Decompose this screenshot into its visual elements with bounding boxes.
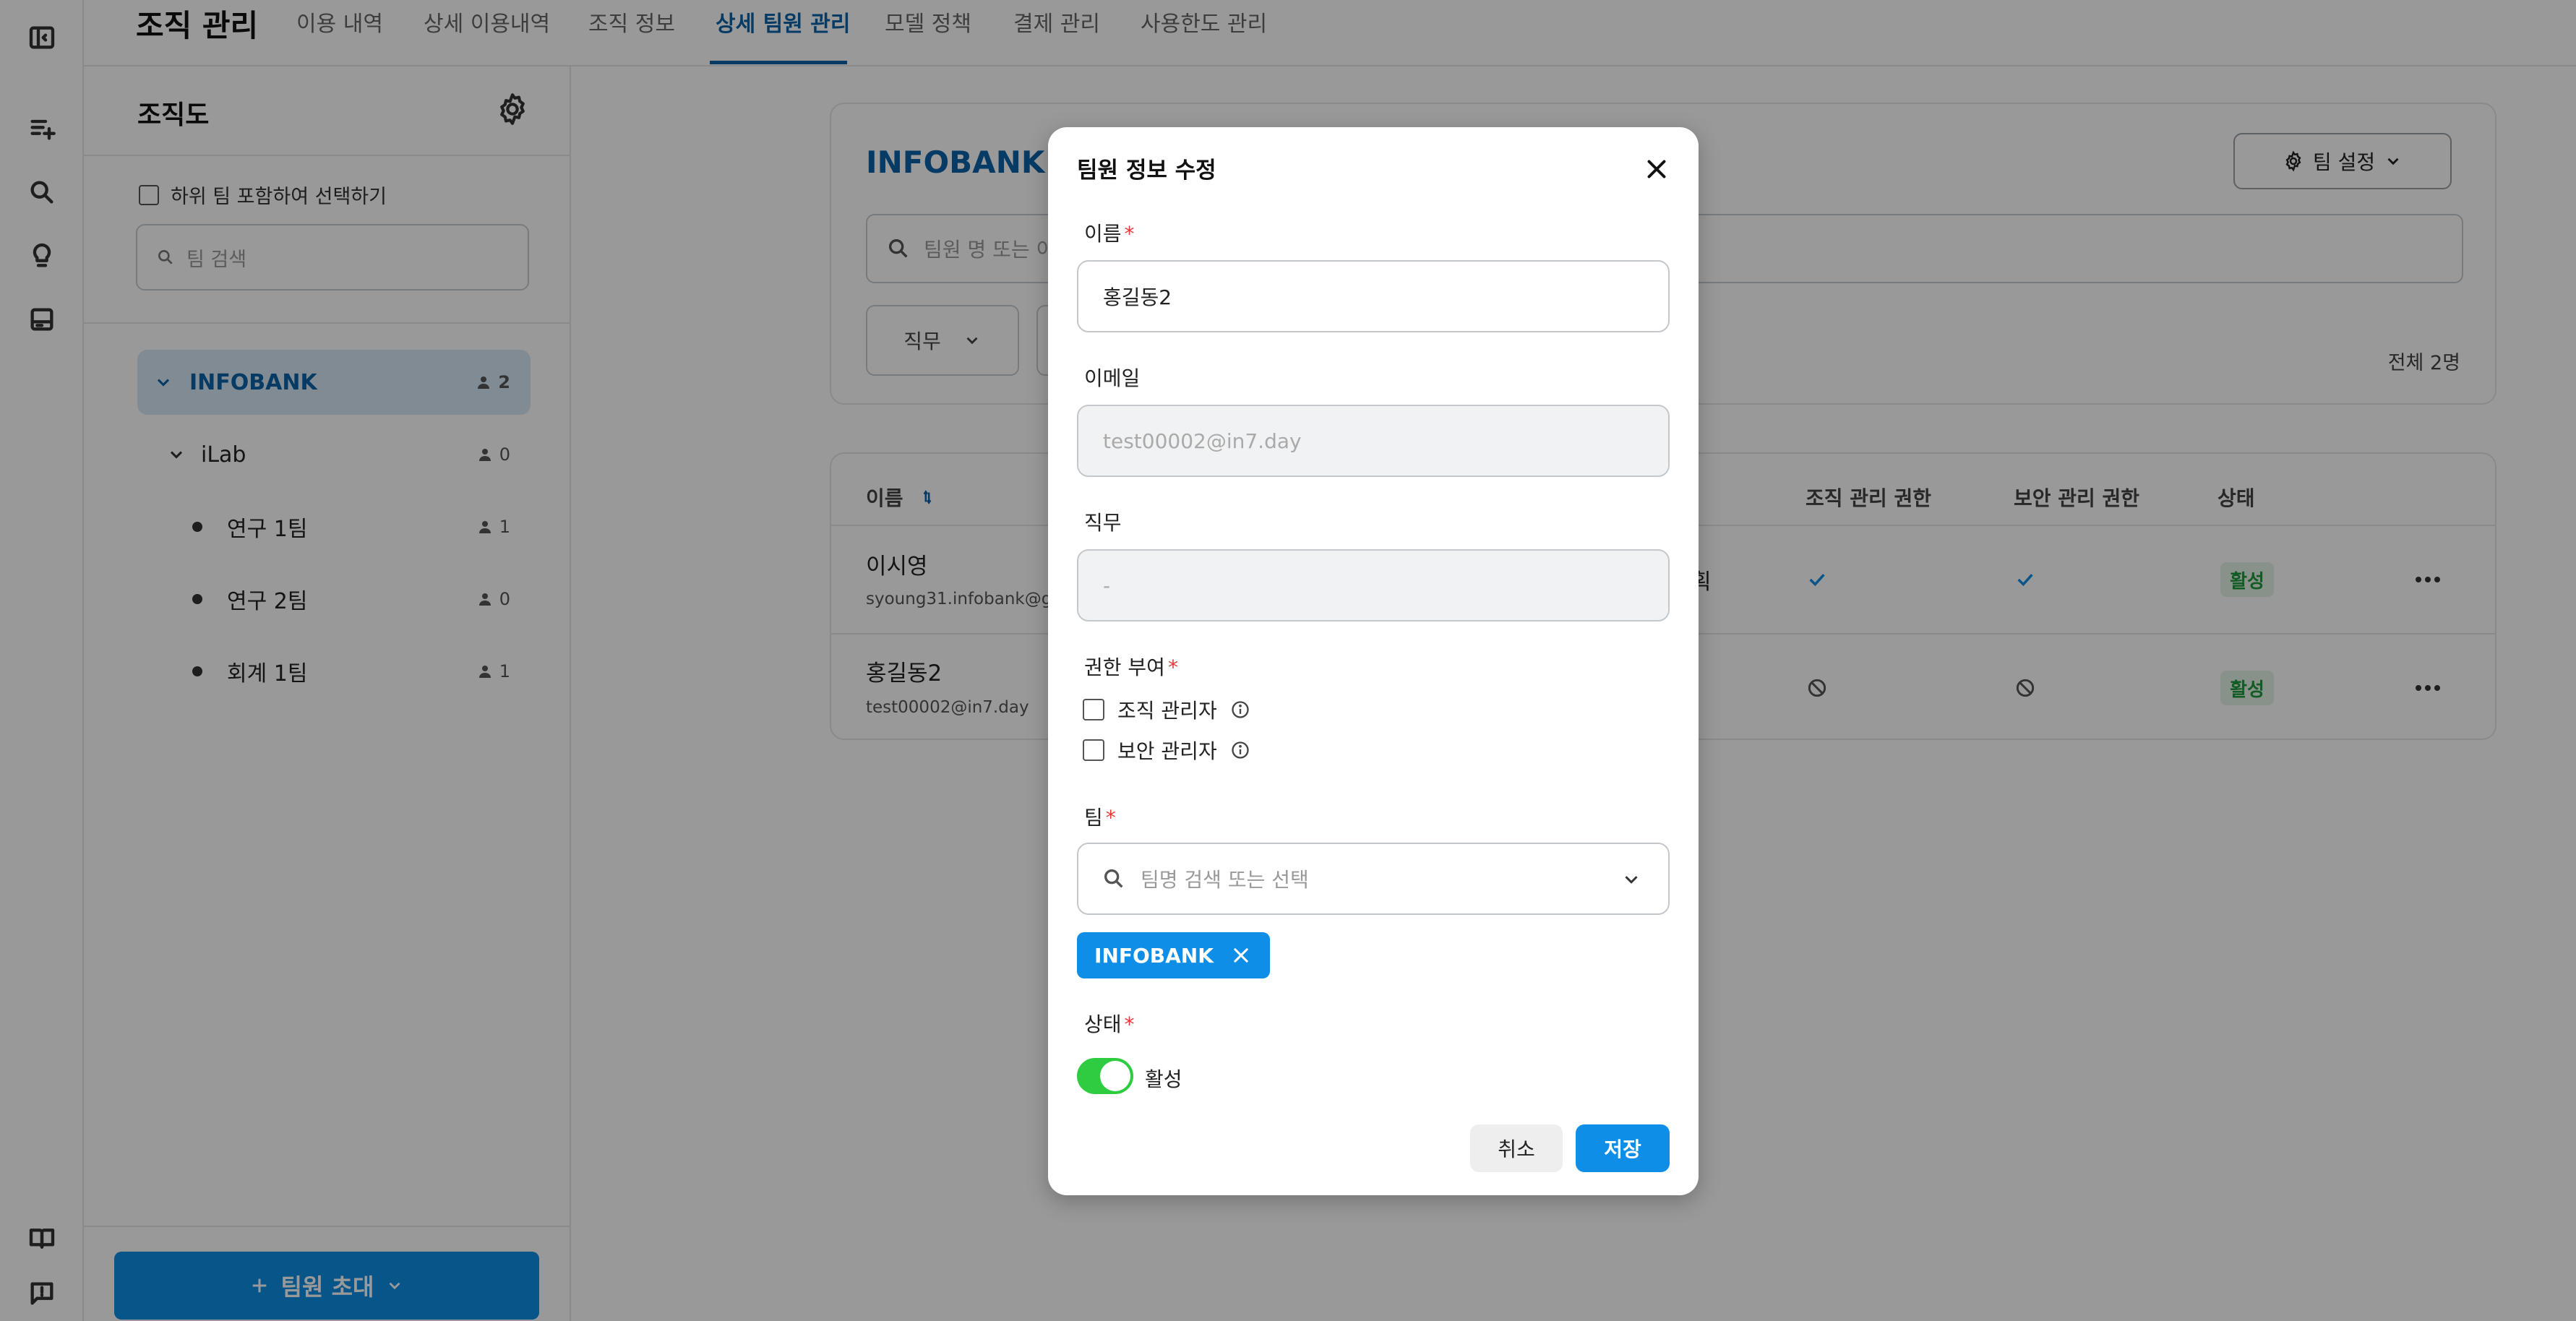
close-icon[interactable]	[1644, 156, 1670, 182]
modal-title: 팀원 정보 수정	[1077, 158, 1216, 184]
org-admin-checkbox[interactable]: 조직 관리자	[1083, 695, 1250, 724]
required-mark: *	[1105, 806, 1116, 830]
email-field-label: 이메일	[1084, 366, 1141, 390]
org-admin-label: 조직 관리자	[1117, 699, 1217, 723]
team-field-label: 팀 *	[1084, 802, 1116, 831]
job-input-value: -	[1103, 573, 1111, 598]
permission-label-text: 권한 부여	[1084, 655, 1165, 679]
team-label-text: 팀	[1084, 806, 1103, 830]
sec-admin-checkbox[interactable]: 보안 관리자	[1083, 736, 1250, 765]
email-input: test00002@in7.day	[1077, 405, 1670, 477]
checkbox[interactable]	[1083, 699, 1104, 720]
status-toggle[interactable]	[1077, 1058, 1133, 1094]
sec-admin-label: 보안 관리자	[1117, 739, 1217, 763]
status-label-text: 상태	[1084, 1012, 1122, 1036]
name-input-value: 홍길동2	[1103, 285, 1172, 309]
team-select-dropdown[interactable]: 팀명 검색 또는 선택	[1077, 843, 1670, 915]
chevron-down-icon[interactable]	[1620, 869, 1642, 890]
required-mark: *	[1124, 222, 1135, 246]
name-input[interactable]: 홍길동2	[1077, 260, 1670, 332]
cancel-button[interactable]: 취소	[1470, 1124, 1563, 1172]
name-label-text: 이름	[1084, 222, 1122, 246]
email-input-value: test00002@in7.day	[1103, 429, 1302, 453]
job-field-label: 직무	[1084, 511, 1122, 535]
name-field-label: 이름 *	[1084, 218, 1135, 247]
save-button[interactable]: 저장	[1576, 1124, 1670, 1172]
team-chip-label: INFOBANK	[1094, 943, 1214, 968]
status-field-label: 상태 *	[1084, 1009, 1135, 1038]
required-mark: *	[1167, 655, 1178, 679]
job-input: -	[1077, 549, 1670, 621]
info-icon[interactable]	[1230, 740, 1250, 760]
required-mark: *	[1124, 1012, 1135, 1036]
info-icon[interactable]	[1230, 700, 1250, 720]
close-icon[interactable]	[1231, 945, 1251, 965]
search-icon	[1104, 869, 1123, 888]
status-toggle-label: 활성	[1145, 1067, 1182, 1091]
toggle-knob	[1100, 1061, 1130, 1091]
edit-member-modal: 팀원 정보 수정 이름 * 홍길동2 이메일 test00002@in7.day …	[1048, 127, 1699, 1195]
checkbox[interactable]	[1083, 739, 1104, 761]
team-chip: INFOBANK	[1077, 932, 1270, 978]
team-select-placeholder: 팀명 검색 또는 선택	[1141, 868, 1309, 892]
permission-field-label: 권한 부여 *	[1084, 652, 1178, 681]
